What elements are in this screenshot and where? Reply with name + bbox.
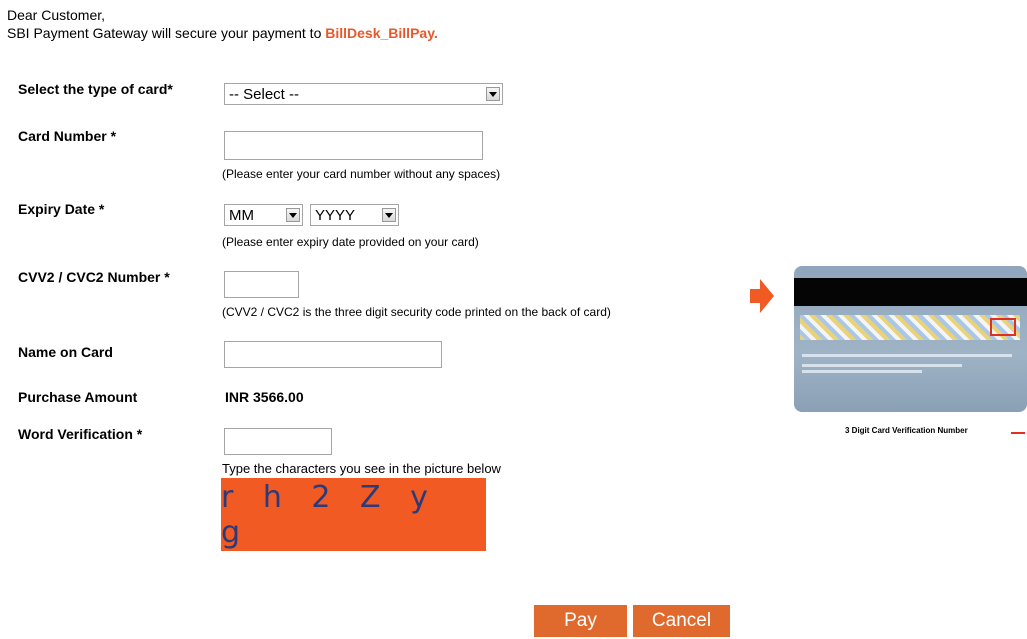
intro-text: Dear Customer, SBI Payment Gateway will … [7,6,438,42]
name-label: Name on Card [18,344,113,360]
cvv-hint: (CVV2 / CVC2 is the three digit security… [222,305,611,319]
expiry-month-value: MM [229,206,254,224]
fine-print-line [802,370,922,373]
expiry-month-select[interactable]: MM [224,204,303,226]
captcha-text: r h 2 Z y g [221,479,438,550]
fine-print-line [802,364,962,367]
card-type-select[interactable]: -- Select -- [224,83,503,105]
cvv-input[interactable] [224,271,299,298]
chevron-down-icon [286,208,300,222]
pay-button[interactable]: Pay [534,605,627,637]
expiry-year-value: YYYY [315,206,356,224]
card-type-label: Select the type of card* [18,81,173,97]
word-verification-input[interactable] [224,428,332,455]
magnetic-stripe [794,278,1027,306]
card-type-value: -- Select -- [229,85,300,103]
caption-pointer-line [1011,432,1025,434]
card-back-illustration [794,266,1027,412]
cvv-highlight [990,318,1016,336]
cancel-button[interactable]: Cancel [633,605,730,637]
cvv-label: CVV2 / CVC2 Number * [18,269,170,285]
name-on-card-input[interactable] [224,341,442,368]
card-caption: 3 Digit Card Verification Number [845,426,968,435]
fine-print-line [802,354,1012,357]
amount-value: INR 3566.00 [225,389,304,405]
card-number-label: Card Number * [18,128,117,144]
card-number-input[interactable] [224,131,483,160]
expiry-label: Expiry Date * [18,201,105,217]
captcha-hint: Type the characters you see in the pictu… [222,461,501,476]
gateway-text: SBI Payment Gateway will secure your pay… [7,25,326,41]
word-verification-label: Word Verification * [18,426,143,442]
signature-strip [800,315,1020,340]
expiry-hint: (Please enter expiry date provided on yo… [222,235,479,249]
card-number-hint: (Please enter your card number without a… [222,167,501,181]
chevron-down-icon [486,87,500,101]
expiry-year-select[interactable]: YYYY [310,204,399,226]
arrow-right-icon [750,279,774,313]
gateway-line: SBI Payment Gateway will secure your pay… [7,24,438,42]
greeting: Dear Customer, [7,7,106,23]
chevron-down-icon [382,208,396,222]
captcha-image: r h 2 Z y g [221,478,486,551]
merchant-name: BillDesk_BillPay. [325,25,438,41]
amount-label: Purchase Amount [18,389,138,405]
